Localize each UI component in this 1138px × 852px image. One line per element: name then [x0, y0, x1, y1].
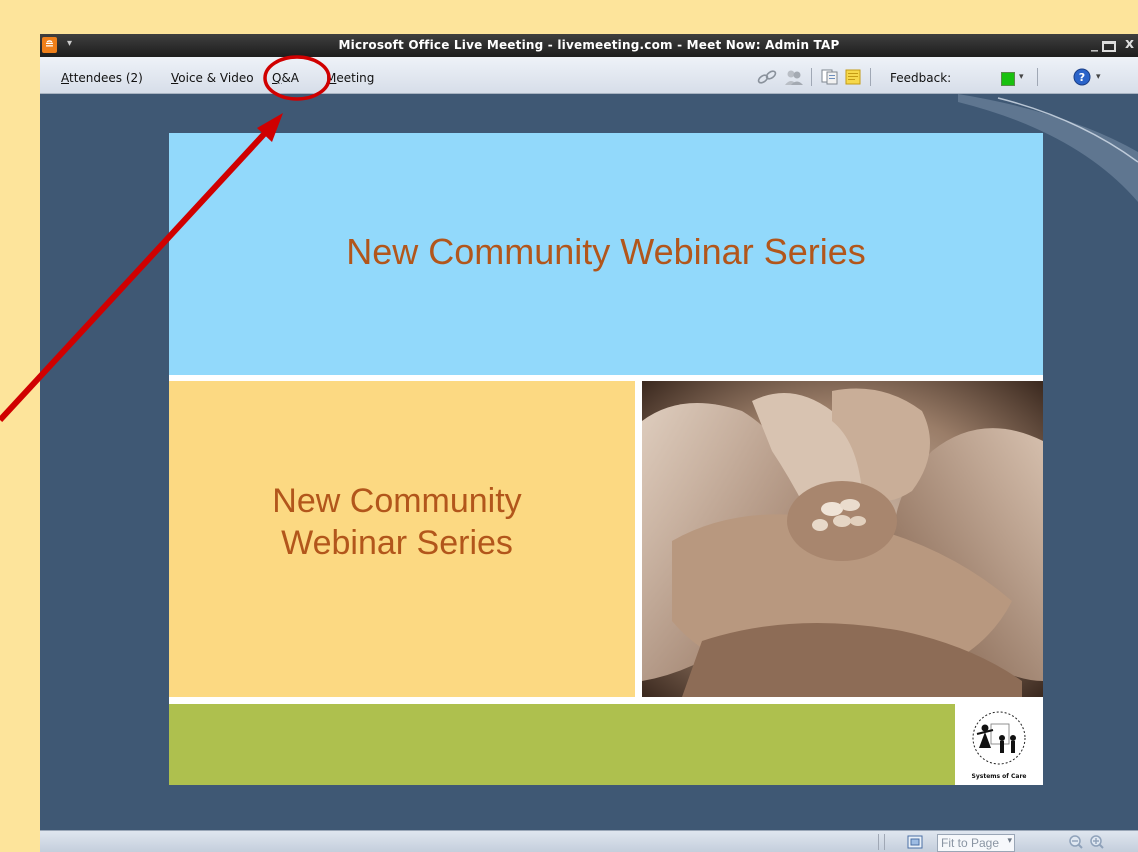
maximize-button[interactable] [1102, 41, 1116, 52]
presentation-slide: New Community Webinar Series New Communi… [169, 133, 1043, 785]
zoom-in-icon[interactable] [1089, 834, 1105, 850]
slide-footer-band [169, 704, 955, 785]
menu-attendees[interactable]: Attendees (2) [61, 71, 143, 85]
statusbar-separator [878, 834, 879, 850]
menu-meeting[interactable]: Meeting [326, 71, 374, 85]
feedback-status-swatch[interactable] [1001, 72, 1015, 86]
link-chain-icon[interactable] [756, 69, 778, 85]
feedback-dropdown-icon[interactable]: ▾ [1019, 72, 1024, 82]
help-icon[interactable]: ? [1073, 68, 1091, 86]
logo-caption: Systems of Care [972, 773, 1027, 780]
cupped-hands-photo [642, 381, 1043, 697]
window-title: Microsoft Office Live Meeting - livemeet… [338, 38, 840, 52]
notes-icon[interactable] [845, 69, 861, 85]
svg-text:?: ? [1079, 71, 1085, 84]
toolbar-separator [1037, 68, 1038, 86]
minimize-button[interactable]: _ [1091, 36, 1098, 52]
zoom-select[interactable]: Fit to Page ▾ [937, 834, 1015, 852]
toolbar-separator [870, 68, 871, 86]
slide-title: New Community Webinar Series [346, 231, 866, 272]
status-bar: Fit to Page ▾ [40, 830, 1138, 852]
menu-voice-video[interactable]: Voice & Video [171, 71, 254, 85]
help-dropdown-icon[interactable]: ▾ [1096, 72, 1101, 82]
fit-to-window-icon[interactable] [906, 834, 924, 850]
zoom-dropdown-icon[interactable]: ▾ [1007, 835, 1012, 846]
systems-of-care-logo: Systems of Care [955, 704, 1043, 785]
copy-handout-icon[interactable] [821, 69, 839, 85]
menu-qa[interactable]: Q&A [272, 71, 299, 85]
toolbar-separator [811, 68, 812, 86]
zoom-select-value: Fit to Page [941, 836, 1000, 850]
feedback-label: Feedback: [890, 71, 952, 85]
slide-subtitle-line: Webinar Series [281, 524, 513, 562]
slide-subtitle-panel: New Community Webinar Series [169, 381, 635, 697]
slide-subtitle-line: New Community [272, 482, 522, 520]
close-button[interactable]: x [1125, 36, 1134, 52]
statusbar-separator [884, 834, 885, 850]
title-bar[interactable]: ≘ ▾ Microsoft Office Live Meeting - live… [40, 34, 1138, 57]
slide-title-band: New Community Webinar Series [169, 133, 1043, 375]
zoom-out-icon[interactable] [1068, 834, 1084, 850]
menu-bar: Attendees (2) Voice & Video Q&A Meeting … [40, 57, 1138, 94]
slide-subtitle: New Community Webinar Series [169, 480, 625, 564]
live-meeting-window: ≘ ▾ Microsoft Office Live Meeting - live… [40, 34, 1138, 852]
people-icon[interactable] [784, 69, 804, 85]
